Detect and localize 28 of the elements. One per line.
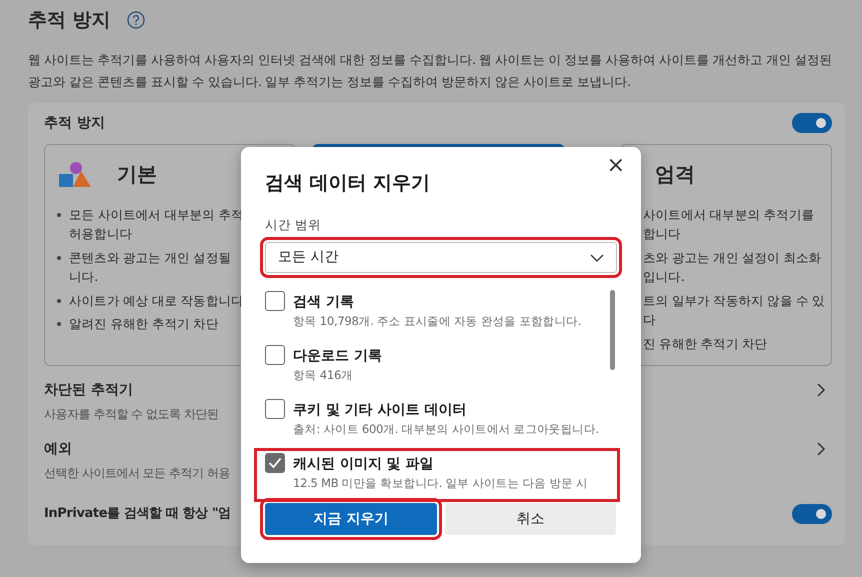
bullet-text: 사이트에서 대부분의 추적기를 bbox=[643, 206, 816, 224]
bullet-text: 츠와 광고는 개인 설정이 최소화 bbox=[643, 248, 822, 266]
bullet-text: 다 bbox=[643, 311, 657, 329]
setting-label: InPrivate를 검색할 때 항상 "엄 bbox=[44, 504, 231, 523]
bullet-text: 합니다 bbox=[643, 225, 682, 243]
bullet-text: 사이트가 예상 대로 작동합니다 bbox=[69, 292, 244, 310]
bullet-text: 진 유해한 추적기 차단 bbox=[643, 334, 768, 352]
option-title: 기본 bbox=[117, 160, 157, 188]
item-description: 항목 10,798개. 주소 표시줄에 자동 완성을 포함합니다. bbox=[293, 313, 582, 330]
link-description: 사용자를 추적할 수 없도록 차단된 bbox=[44, 406, 218, 422]
checkbox-label: 검색 기록 bbox=[293, 293, 355, 312]
bullet-text: 니다. bbox=[69, 268, 99, 286]
checkbox-label: 캐시된 이미지 및 파일 bbox=[293, 455, 435, 474]
bullet-text: 알려진 유해한 추적기 차단 bbox=[69, 315, 218, 333]
link-description: 선택한 사이트에서 모든 추적기 허용 bbox=[44, 464, 230, 482]
page-title: 추적 방지 bbox=[28, 8, 111, 33]
option-title: 엄격 bbox=[655, 160, 695, 188]
item-description: 12.5 MB 미만을 확보합니다. 일부 사이트는 다음 방문 시 bbox=[293, 475, 588, 492]
item-description: 출처: 사이트 600개. 대부분의 사이트에서 로그아웃됩니다. bbox=[293, 421, 599, 438]
checkbox-label: 쿠키 및 기타 사이트 데이터 bbox=[293, 401, 468, 420]
description-text: 웹 사이트는 추적기를 사용하여 사용자의 인터넷 검색에 대한 정보를 수집합니다. 웹 사이트는 이 정보를 사용하여 사이트를 개선하고 개인 설정된 광고와 같은 콘텐츠를 표시할 수 있습니다. 일부 추적기는 정보를 수집하여 방문하지 않은 사이트로 보냅니다. bbox=[28, 50, 834, 90]
checkbox-label: 다운로드 기록 bbox=[293, 347, 382, 366]
bullet-text: 허용합니다 bbox=[69, 225, 134, 243]
bullet-text: 콘텐츠와 광고는 개인 설정될 bbox=[69, 248, 232, 266]
item-description: 항목 416개 bbox=[293, 367, 354, 384]
bullet-text: 입니다. bbox=[643, 268, 686, 286]
bullet-text: 트의 일부가 작동하지 않을 수 있 bbox=[643, 292, 826, 310]
section-label: 추적 방지 bbox=[44, 114, 105, 132]
